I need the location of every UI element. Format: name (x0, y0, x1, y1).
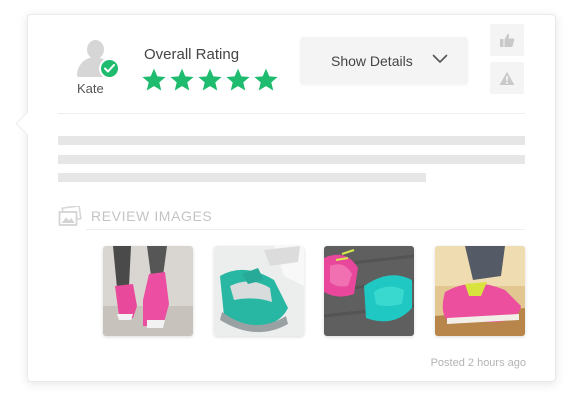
review-image (214, 246, 304, 336)
posted-time: Posted 2 hours ago (430, 357, 526, 369)
star-icon (170, 68, 194, 91)
review-image (324, 246, 414, 336)
review-card: Kate Overall Rating Show Details REVIEW … (27, 14, 556, 382)
review-image-thumbnail[interactable] (435, 246, 525, 336)
review-image-thumbnail[interactable] (214, 246, 304, 336)
chevron-down-icon (432, 54, 448, 63)
review-image (435, 246, 525, 336)
divider (86, 229, 525, 230)
review-text-placeholder-line (58, 155, 525, 164)
star-icon (254, 68, 278, 91)
star-icon (226, 68, 250, 91)
review-images-label: REVIEW IMAGES (91, 208, 213, 224)
review-image-thumbnail[interactable] (324, 246, 414, 336)
thumbs-up-icon (500, 33, 515, 47)
overall-rating-label: Overall Rating (144, 46, 240, 63)
star-icon (198, 68, 222, 91)
star-icon (142, 68, 166, 91)
review-images-heading: REVIEW IMAGES (58, 206, 212, 226)
show-details-label: Show Details (331, 52, 413, 69)
divider (58, 113, 525, 114)
report-button[interactable] (490, 62, 524, 94)
star-rating (141, 67, 279, 93)
review-text-placeholder-line (58, 173, 426, 182)
image-gallery-icon (58, 206, 82, 226)
review-image-thumbnail[interactable] (103, 246, 193, 336)
show-details-button[interactable]: Show Details (300, 37, 468, 84)
avatar (74, 37, 120, 81)
like-button[interactable] (490, 24, 524, 56)
review-image (103, 246, 193, 336)
reviewer-name: Kate (77, 81, 104, 96)
warning-icon (499, 71, 515, 85)
review-text-placeholder-line (58, 136, 525, 145)
check-circle-icon (99, 58, 120, 79)
